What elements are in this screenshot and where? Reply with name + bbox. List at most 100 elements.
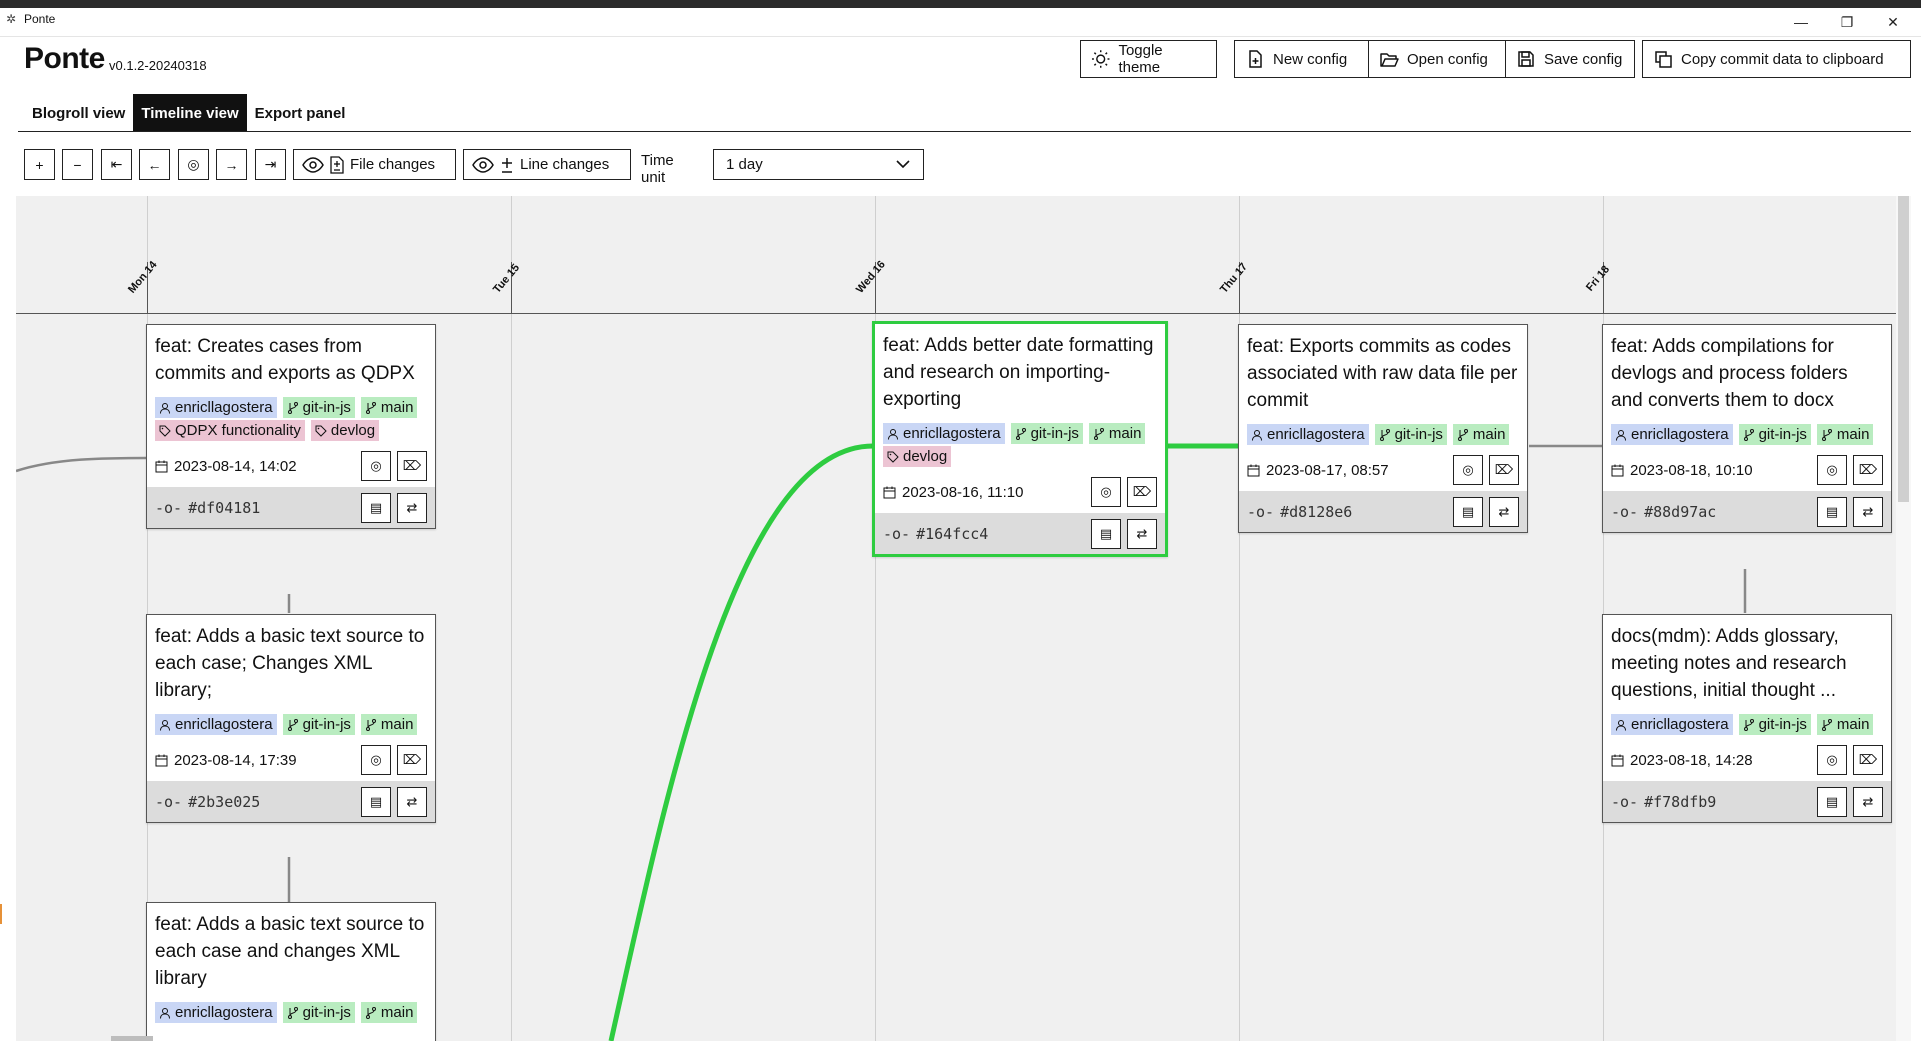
- vertical-scrollbar[interactable]: [1896, 196, 1911, 1041]
- tags-icon[interactable]: ⌦: [1489, 455, 1519, 485]
- branch-tag: git-in-js: [1010, 423, 1083, 444]
- author-tag: enricllagostera: [1611, 424, 1733, 445]
- diff-icon[interactable]: ⇄: [1853, 786, 1883, 817]
- commit-card-selected[interactable]: feat: Adds better date formatting and re…: [872, 321, 1168, 557]
- tab-blogroll[interactable]: Blogroll view: [24, 94, 133, 132]
- close-button[interactable]: ✕: [1870, 8, 1916, 36]
- go-last-button[interactable]: ⇥: [255, 149, 286, 180]
- branch-icon: [365, 718, 376, 731]
- file-list-icon[interactable]: ▤: [1453, 496, 1483, 527]
- scrollbar-thumb[interactable]: [1898, 196, 1909, 502]
- user-icon: [888, 428, 898, 440]
- sun-icon: [1091, 50, 1110, 68]
- go-next-button[interactable]: →: [216, 149, 247, 180]
- target-icon[interactable]: ◎: [1091, 477, 1121, 507]
- branch-tag: git-in-js: [282, 714, 355, 735]
- target-icon[interactable]: ◎: [1817, 745, 1847, 775]
- go-first-button[interactable]: ⇤: [101, 149, 132, 180]
- commit-hash-row: -o- #df04181 ▤ ⇄: [147, 487, 435, 528]
- commit-date-row: 2023-08-17, 08:57 ◎ ⌦: [1239, 445, 1527, 491]
- view-tabs: Blogroll view Timeline view Export panel: [24, 94, 353, 132]
- line-changes-label: Line changes: [520, 156, 610, 173]
- commit-icon: -o-: [1611, 792, 1639, 811]
- app-version: v0.1.2-20240318: [109, 58, 207, 73]
- go-prev-button[interactable]: ←: [139, 149, 170, 180]
- chevron-down-icon: [895, 156, 911, 173]
- window-title: Ponte: [24, 12, 56, 26]
- commit-date-row: 2023-08-18, 10:10 ◎ ⌦: [1603, 445, 1891, 491]
- commit-card[interactable]: feat: Adds a basic text source to each c…: [146, 614, 436, 823]
- branch-icon: [287, 718, 298, 731]
- commit-date-row: 2023-08-14, 17:39 ◎ ⌦: [147, 735, 435, 781]
- commit-hash: -o- #d8128e6: [1247, 502, 1353, 521]
- eye-icon: [302, 156, 324, 173]
- open-config-button[interactable]: Open config: [1368, 40, 1506, 78]
- line-changes-toggle[interactable]: Line changes: [463, 149, 631, 180]
- author-tag: enricllagostera: [155, 397, 277, 418]
- diff-icon[interactable]: ⇄: [1127, 518, 1157, 549]
- save-config-button[interactable]: Save config: [1505, 40, 1635, 78]
- file-changes-toggle[interactable]: File changes: [293, 149, 456, 180]
- file-changes-label: File changes: [350, 156, 436, 173]
- target-icon[interactable]: ◎: [1453, 455, 1483, 485]
- tags-icon[interactable]: ⌦: [397, 451, 427, 481]
- branch-icon: [365, 401, 376, 414]
- commit-card[interactable]: feat: Creates cases from commits and exp…: [146, 324, 436, 529]
- center-button[interactable]: ◎: [178, 149, 209, 180]
- commit-hash: -o- #f78dfb9: [1611, 792, 1717, 811]
- target-icon[interactable]: ◎: [1817, 455, 1847, 485]
- copy-commit-button[interactable]: Copy commit data to clipboard: [1642, 40, 1911, 78]
- commit-card[interactable]: feat: Adds compilations for devlogs and …: [1602, 324, 1892, 533]
- tags-icon[interactable]: ⌦: [397, 745, 427, 775]
- tab-timeline[interactable]: Timeline view: [133, 94, 247, 132]
- calendar-icon: [155, 460, 168, 472]
- eye-icon: [472, 156, 494, 173]
- open-config-label: Open config: [1407, 50, 1488, 68]
- branch-tag: git-in-js: [1738, 424, 1811, 445]
- scrollbar-thumb[interactable]: [111, 1036, 153, 1041]
- zoom-in-button[interactable]: +: [24, 149, 55, 180]
- commit-tags: enricllagostera git-in-js main QDPX func…: [147, 387, 435, 441]
- tag-icon: [887, 451, 899, 463]
- branch-icon: [1743, 428, 1754, 441]
- maximize-button[interactable]: ❐: [1824, 8, 1870, 36]
- commit-date: 2023-08-14, 14:02: [155, 458, 297, 475]
- commit-card[interactable]: feat: Adds a basic text source to each c…: [146, 902, 436, 1041]
- commit-tags: enricllagostera git-in-js main: [1603, 704, 1891, 735]
- horizontal-scrollbar[interactable]: [16, 1036, 1896, 1041]
- plus-minus-icon: [502, 157, 512, 173]
- calendar-icon: [155, 754, 168, 766]
- commit-hash: -o- #df04181: [155, 498, 261, 517]
- diff-icon[interactable]: ⇄: [397, 786, 427, 817]
- zoom-out-button[interactable]: −: [62, 149, 93, 180]
- tags-icon[interactable]: ⌦: [1853, 455, 1883, 485]
- file-list-icon[interactable]: ▤: [1817, 496, 1847, 527]
- tag-icon: [159, 425, 171, 437]
- commit-date-row: 2023-08-18, 14:28 ◎ ⌦: [1603, 735, 1891, 781]
- copy-commit-label: Copy commit data to clipboard: [1681, 50, 1884, 68]
- file-list-icon[interactable]: ▤: [361, 786, 391, 817]
- timeline-canvas[interactable]: Mon 14 Tue 15 Wed 16 Thu 17 Fri 18 feat:…: [16, 196, 1896, 1041]
- target-icon[interactable]: ◎: [361, 451, 391, 481]
- target-icon[interactable]: ◎: [361, 745, 391, 775]
- new-config-button[interactable]: New config: [1234, 40, 1369, 78]
- commit-card[interactable]: feat: Exports commits as codes associate…: [1238, 324, 1528, 533]
- file-list-icon[interactable]: ▤: [361, 492, 391, 523]
- author-tag: enricllagostera: [1247, 424, 1369, 445]
- branch-icon: [1821, 718, 1832, 731]
- commit-card[interactable]: docs(mdm): Adds glossary, meeting notes …: [1602, 614, 1892, 823]
- file-list-icon[interactable]: ▤: [1817, 786, 1847, 817]
- time-unit-select[interactable]: 1 day: [713, 149, 924, 180]
- file-list-icon[interactable]: ▤: [1091, 518, 1121, 549]
- minimize-button[interactable]: —: [1778, 8, 1824, 36]
- diff-icon[interactable]: ⇄: [1489, 496, 1519, 527]
- commit-title: feat: Creates cases from commits and exp…: [155, 336, 415, 384]
- tags-icon[interactable]: ⌦: [1127, 477, 1157, 507]
- commit-hash-row: -o- #d8128e6 ▤ ⇄: [1239, 491, 1527, 532]
- diff-icon[interactable]: ⇄: [397, 492, 427, 523]
- branch-icon: [1457, 428, 1468, 441]
- toggle-theme-button[interactable]: Toggle theme: [1080, 40, 1217, 78]
- diff-icon[interactable]: ⇄: [1853, 496, 1883, 527]
- tab-export[interactable]: Export panel: [247, 94, 354, 132]
- tags-icon[interactable]: ⌦: [1853, 745, 1883, 775]
